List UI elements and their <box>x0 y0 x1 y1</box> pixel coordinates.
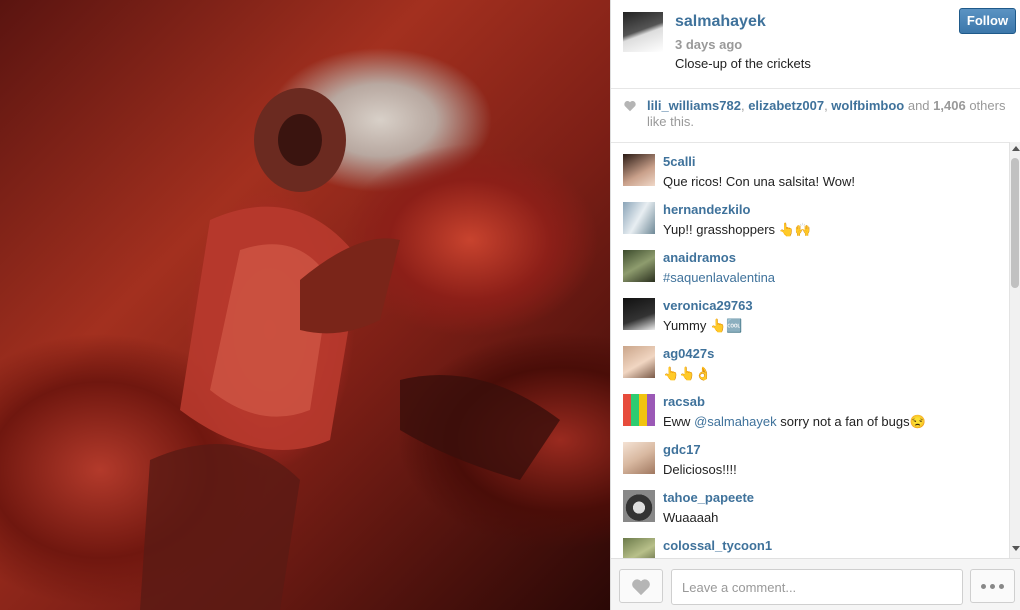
comment-text-part: sorry not a fan of bugs😒 <box>776 414 926 429</box>
post-photo[interactable] <box>0 0 610 610</box>
comment-item: anaidramos #saquenlavalentina <box>611 238 1009 286</box>
comment-username[interactable]: anaidramos <box>663 250 736 265</box>
comment-item: 5calli Que ricos! Con una salsita! Wow! <box>611 142 1009 190</box>
cricket-photo-art <box>140 88 560 610</box>
comment-input[interactable] <box>671 569 963 605</box>
comment-mention[interactable]: @salmahayek <box>694 414 777 429</box>
heart-icon <box>624 101 636 112</box>
comment-item: colossal_tycoon1 <box>611 526 1009 558</box>
comment-username[interactable]: gdc17 <box>663 442 701 457</box>
comment-hashtag[interactable]: #saquenlavalentina <box>663 270 775 285</box>
follow-button[interactable]: Follow <box>959 8 1016 34</box>
owner-username[interactable]: salmahayek <box>675 13 766 31</box>
likes-section: lili_williams782, elizabetz007, wolfbimb… <box>611 88 1020 143</box>
liker-link[interactable]: lili_williams782 <box>647 98 741 113</box>
commenter-avatar[interactable] <box>623 202 655 234</box>
comment-text: Yummy 👆🆒 <box>663 318 743 333</box>
comment-item: gdc17 Deliciosos!!!! <box>611 430 1009 478</box>
commenter-avatar[interactable] <box>623 538 655 558</box>
comment-text-part: Eww <box>663 414 695 429</box>
comment-item: tahoe_papeete Wuaaaah <box>611 478 1009 526</box>
commenter-avatar[interactable] <box>623 298 655 330</box>
comment-text: Eww @salmahayek sorry not a fan of bugs😒 <box>663 414 926 430</box>
comment-username[interactable]: colossal_tycoon1 <box>663 538 772 553</box>
likes-count[interactable]: 1,406 <box>933 98 966 113</box>
comment-text: Deliciosos!!!! <box>663 462 737 477</box>
commenter-avatar[interactable] <box>623 442 655 474</box>
post-caption: Close-up of the crickets <box>675 56 811 71</box>
likes-summary: lili_williams782, elizabetz007, wolfbimb… <box>647 98 1007 130</box>
comment-username[interactable]: veronica29763 <box>663 298 753 313</box>
commenter-avatar[interactable] <box>623 394 655 426</box>
comment-username[interactable]: tahoe_papeete <box>663 490 754 505</box>
more-options-icon <box>999 584 1004 589</box>
scroll-up-arrow-icon[interactable] <box>1012 146 1020 151</box>
comment-item: veronica29763 Yummy 👆🆒 <box>611 286 1009 334</box>
comment-username[interactable]: 5calli <box>663 154 696 169</box>
comment-item: hernandezkilo Yup!! grasshoppers 👆🙌 <box>611 190 1009 238</box>
heart-icon <box>632 579 650 596</box>
comment-text: 👆👆👌 <box>663 366 712 381</box>
comment-list: 5calli Que ricos! Con una salsita! Wow! … <box>611 142 1009 558</box>
comment-text: Wuaaaah <box>663 510 719 525</box>
comment-username[interactable]: hernandezkilo <box>663 202 750 217</box>
comments-scrollbar[interactable] <box>1009 142 1020 558</box>
more-options-icon <box>981 584 986 589</box>
scroll-down-arrow-icon[interactable] <box>1012 546 1020 551</box>
comment-username[interactable]: ag0427s <box>663 346 714 361</box>
more-options-icon <box>990 584 995 589</box>
commenter-avatar[interactable] <box>623 346 655 378</box>
comment-item: racsab Eww @salmahayek sorry not a fan o… <box>611 382 1009 430</box>
post-header: salmahayek 3 days ago Close-up of the cr… <box>611 0 1020 89</box>
more-options-button[interactable] <box>970 569 1015 603</box>
comment-footer <box>611 558 1020 610</box>
like-button[interactable] <box>619 569 663 603</box>
comment-item: ag0427s 👆👆👌 <box>611 334 1009 382</box>
post-detail-panel: salmahayek 3 days ago Close-up of the cr… <box>610 0 1020 610</box>
commenter-avatar[interactable] <box>623 490 655 522</box>
comment-text: Yup!! grasshoppers 👆🙌 <box>663 222 812 237</box>
liker-link[interactable]: wolfbimboo <box>831 98 904 113</box>
liker-link[interactable]: elizabetz007 <box>748 98 824 113</box>
post-timestamp[interactable]: 3 days ago <box>675 37 742 52</box>
commenter-avatar[interactable] <box>623 250 655 282</box>
owner-avatar[interactable] <box>623 12 663 52</box>
comment-text: Que ricos! Con una salsita! Wow! <box>663 174 855 189</box>
likes-and: and <box>904 98 934 113</box>
scroll-thumb[interactable] <box>1011 158 1019 288</box>
comment-username[interactable]: racsab <box>663 394 705 409</box>
commenter-avatar[interactable] <box>623 154 655 186</box>
